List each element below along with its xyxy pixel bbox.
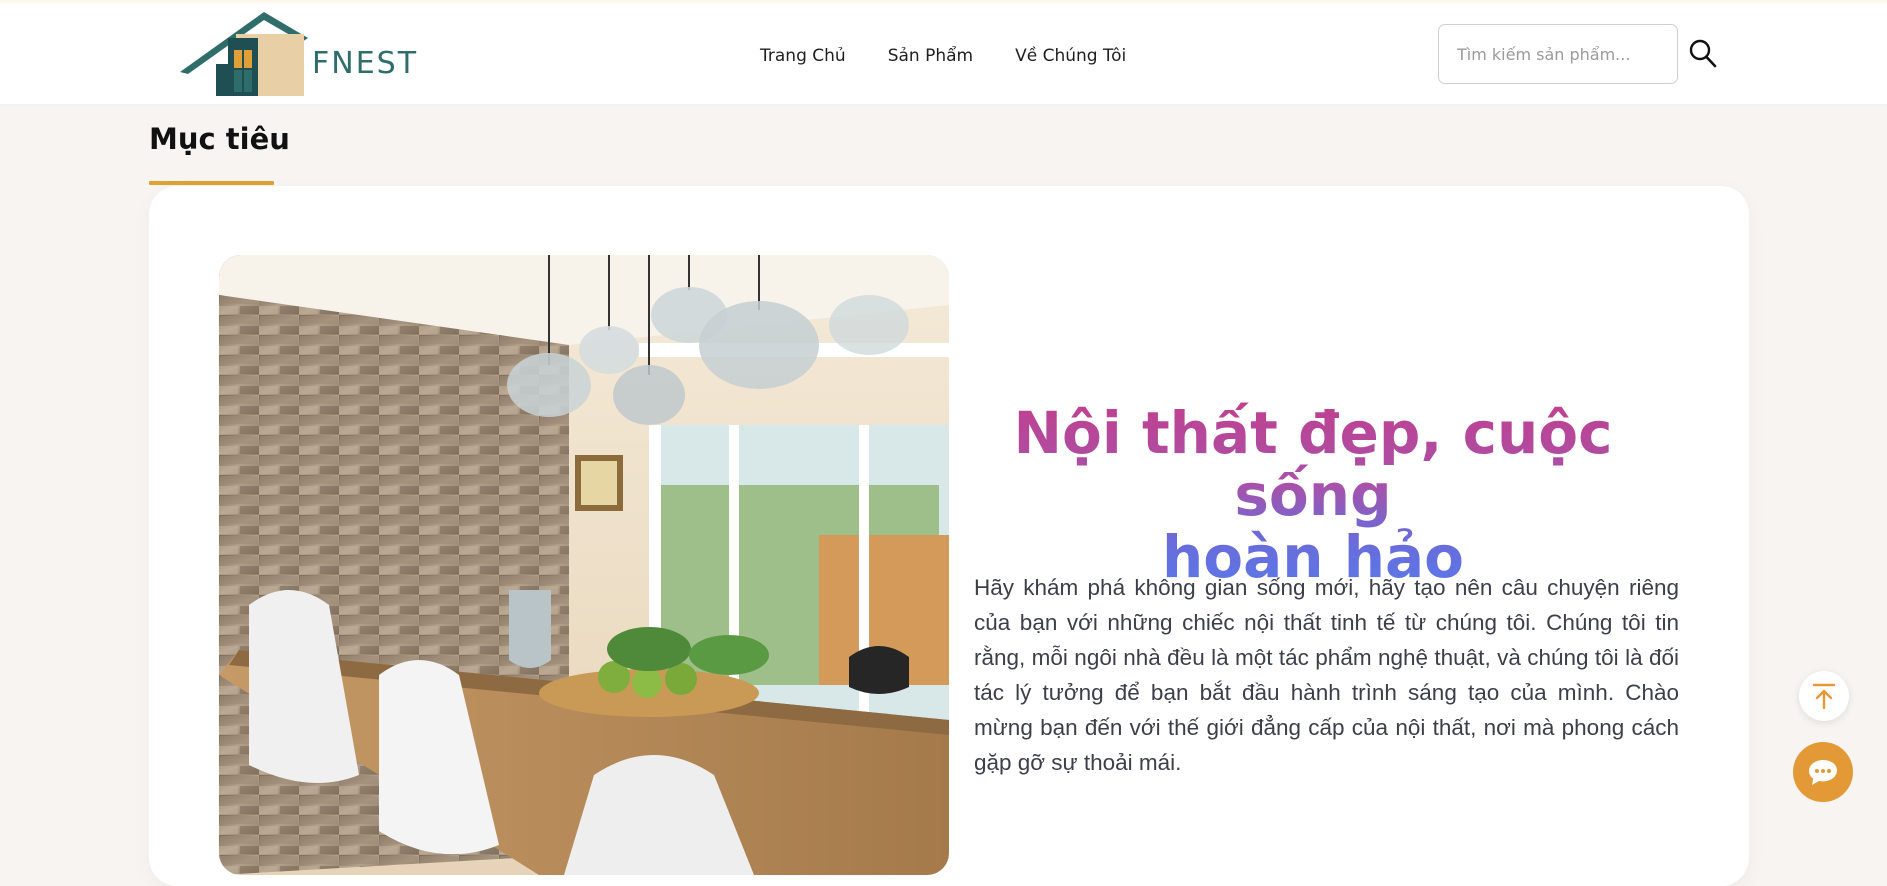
nav-link-products[interactable]: Sản Phẩm — [888, 46, 973, 66]
dining-room-illustration — [219, 255, 949, 875]
search-input[interactable] — [1439, 25, 1677, 83]
main-nav: Trang Chủ Sản Phẩm Về Chúng Tôi — [760, 38, 1126, 74]
scroll-to-top-button[interactable] — [1799, 671, 1849, 721]
nav-link-about[interactable]: Về Chúng Tôi — [1015, 46, 1126, 66]
header-top-strip — [0, 0, 1887, 6]
section-title-underline — [149, 181, 274, 185]
search-button[interactable] — [1688, 38, 1718, 70]
chat-button[interactable] — [1793, 742, 1853, 802]
site-header: FNEST Trang Chủ Sản Phẩm Về Chúng Tôi — [0, 0, 1887, 104]
nav-link-home[interactable]: Trang Chủ — [760, 46, 846, 66]
site-logo[interactable]: FNEST — [176, 10, 422, 98]
hero-description: Hãy khám phá không gian sống mới, hãy tạ… — [974, 575, 1679, 775]
search-box — [1438, 24, 1678, 84]
arrow-up-to-line-icon — [1812, 683, 1836, 710]
hero-headline: Nội thất đẹp, cuộc sống hoàn hảo — [958, 402, 1668, 588]
logo-text: FNEST — [312, 46, 419, 81]
section-title: Mục tiêu — [149, 122, 290, 156]
chat-bubble-icon — [1809, 760, 1837, 785]
hero-headline-line-1: Nội thất đẹp, cuộc sống — [1013, 399, 1613, 529]
hero-image — [219, 255, 949, 875]
house-logo-icon — [180, 12, 308, 96]
search-icon — [1689, 39, 1717, 68]
